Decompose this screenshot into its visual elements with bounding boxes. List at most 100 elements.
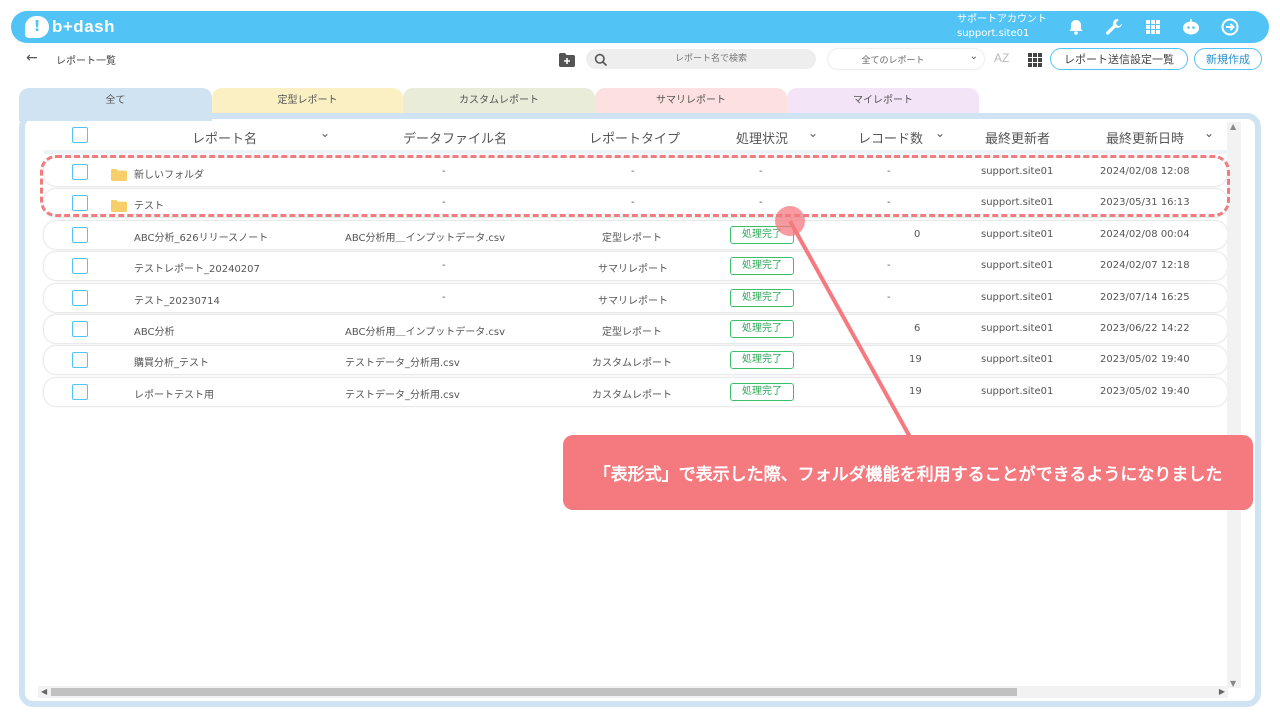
- row-checkbox[interactable]: [72, 384, 88, 400]
- column-header-report-name[interactable]: レポート名: [192, 128, 257, 147]
- report-name[interactable]: レポートテスト用: [134, 386, 214, 401]
- chevron-down-icon[interactable]: ⌄: [808, 126, 818, 140]
- tab-standard-report[interactable]: 定型レポート: [212, 88, 403, 114]
- report-type: サマリレポート: [598, 296, 668, 307]
- table-row[interactable]: ABC分析 ABC分析用＿インプットデータ.csv 定型レポート 処理完了 6 …: [44, 315, 1227, 343]
- back-arrow-icon[interactable]: ←: [26, 50, 38, 66]
- report-type: 定型レポート: [602, 233, 662, 244]
- logo-text: b+dash: [52, 17, 115, 36]
- search-box: [586, 49, 816, 69]
- updater: support.site01: [981, 323, 1054, 334]
- report-name[interactable]: ABC分析_626リリースノート: [134, 229, 268, 244]
- account-info[interactable]: サポートアカウント support.site01: [957, 13, 1047, 41]
- report-type: 定型レポート: [602, 327, 662, 338]
- table-row[interactable]: テスト_20230714 - サマリレポート 処理完了 - support.si…: [44, 284, 1227, 312]
- updated-at: 2024/02/08 00:04: [1100, 229, 1190, 240]
- search-icon: [594, 52, 608, 67]
- data-file-name: -: [442, 260, 446, 271]
- data-file-name: テストデータ_分析用.csv: [345, 390, 460, 401]
- top-bar: b+dash サポートアカウント support.site01: [11, 11, 1269, 43]
- updated-at: 2023/05/02 19:40: [1100, 386, 1190, 397]
- scroll-up-arrow-icon[interactable]: ▲: [1230, 122, 1236, 131]
- feature-callout: 「表形式」で表示した際、フォルダ機能を利用することができるようになりました: [563, 435, 1253, 510]
- status-badge: 処理完了: [730, 351, 794, 369]
- search-input[interactable]: [616, 51, 806, 67]
- account-label: サポートアカウント: [957, 14, 1047, 25]
- tab-custom-report[interactable]: カスタムレポート: [403, 88, 595, 114]
- updated-at: 2024/02/07 12:18: [1100, 260, 1190, 271]
- scroll-left-arrow-icon[interactable]: ◀: [41, 687, 47, 696]
- table-row[interactable]: テストレポート_20240207 - サマリレポート 処理完了 - suppor…: [44, 252, 1227, 280]
- report-type: カスタムレポート: [592, 390, 672, 401]
- table-row[interactable]: 購買分析_テスト テストデータ_分析用.csv カスタムレポート 処理完了 19…: [44, 346, 1227, 374]
- horizontal-scroll-thumb[interactable]: [51, 688, 1017, 696]
- report-name[interactable]: テストレポート_20240207: [134, 260, 260, 275]
- column-header-records[interactable]: レコード数: [858, 128, 923, 147]
- new-report-button[interactable]: 新規作成: [1194, 48, 1262, 70]
- record-count: 6: [914, 323, 921, 334]
- sort-az-icon[interactable]: AZ: [994, 51, 1009, 65]
- table-row[interactable]: レポートテスト用 テストデータ_分析用.csv カスタムレポート 処理完了 19…: [44, 378, 1227, 406]
- assistant-icon[interactable]: [1181, 17, 1201, 37]
- updated-at: 2023/06/22 14:22: [1100, 323, 1190, 334]
- column-header-updated-at[interactable]: 最終更新日時: [1106, 128, 1184, 147]
- report-filter-select[interactable]: 全てのレポート ⌄: [828, 49, 984, 69]
- status-badge: 処理完了: [730, 320, 794, 338]
- app-logo[interactable]: b+dash: [25, 15, 115, 39]
- updater: support.site01: [981, 354, 1054, 365]
- bell-icon[interactable]: [1066, 17, 1086, 37]
- logout-icon[interactable]: [1220, 17, 1240, 37]
- horizontal-scrollbar[interactable]: ◀ ▶: [38, 686, 1228, 698]
- grid-view-icon[interactable]: [1028, 52, 1042, 67]
- updated-at: 2023/05/02 19:40: [1100, 354, 1190, 365]
- toolbar: ← レポート一覧 全てのレポート ⌄ AZ レポート送信設定一覧 新規作成: [6, 43, 1274, 76]
- column-header-status[interactable]: 処理状況: [736, 128, 788, 147]
- account-id: support.site01: [957, 28, 1030, 39]
- select-all-checkbox[interactable]: [72, 127, 88, 143]
- updater: support.site01: [981, 292, 1054, 303]
- row-checkbox[interactable]: [72, 352, 88, 368]
- tab-my-report[interactable]: マイレポート: [787, 88, 979, 114]
- folder-rows-highlight: [40, 155, 1230, 217]
- add-folder-icon[interactable]: [559, 52, 575, 67]
- callout-pointer-dot: [775, 206, 805, 236]
- report-name[interactable]: ABC分析: [134, 323, 175, 338]
- report-type: カスタムレポート: [592, 358, 672, 369]
- scroll-right-arrow-icon[interactable]: ▶: [1219, 687, 1225, 696]
- updater: support.site01: [981, 229, 1054, 240]
- row-checkbox[interactable]: [72, 258, 88, 274]
- report-filter-value: 全てのレポート: [861, 56, 925, 66]
- record-count: 0: [914, 229, 921, 240]
- chevron-down-icon[interactable]: ⌄: [320, 126, 330, 140]
- status-badge: 処理完了: [730, 257, 794, 275]
- tab-summary-report[interactable]: サマリレポート: [595, 88, 787, 114]
- column-header-report-type: レポートタイプ: [589, 132, 681, 147]
- active-tab-connector: [19, 113, 212, 121]
- updater: support.site01: [981, 386, 1054, 397]
- data-file-name: ABC分析用＿インプットデータ.csv: [345, 327, 506, 338]
- updated-at: 2023/07/14 16:25: [1100, 292, 1190, 303]
- vertical-scrollbar[interactable]: ▲ ▼: [1227, 122, 1241, 688]
- row-checkbox[interactable]: [72, 290, 88, 306]
- record-count: -: [887, 260, 891, 271]
- chevron-down-icon: ⌄: [969, 51, 978, 62]
- row-checkbox[interactable]: [72, 321, 88, 337]
- logo-bubble-icon: [25, 16, 49, 38]
- wrench-icon[interactable]: [1104, 17, 1124, 37]
- chevron-down-icon[interactable]: ⌄: [935, 126, 945, 140]
- apps-grid-icon[interactable]: [1143, 17, 1163, 37]
- chevron-down-icon[interactable]: ⌄: [1204, 126, 1214, 140]
- column-header-updater: 最終更新者: [985, 132, 1051, 147]
- table-row[interactable]: ABC分析_626リリースノート ABC分析用＿インプットデータ.csv 定型レ…: [44, 221, 1227, 249]
- report-send-settings-button[interactable]: レポート送信設定一覧: [1050, 48, 1188, 70]
- scroll-down-arrow-icon[interactable]: ▼: [1230, 679, 1236, 688]
- record-count: 19: [909, 386, 922, 397]
- tab-all[interactable]: 全て: [19, 88, 212, 114]
- record-count: -: [887, 292, 891, 303]
- record-count: 19: [909, 354, 922, 365]
- report-name[interactable]: 購買分析_テスト: [134, 354, 209, 369]
- row-checkbox[interactable]: [72, 227, 88, 243]
- table-header: レポート名 ⌄ データファイル名 レポートタイプ 処理状況 ⌄ レコード数 ⌄ …: [44, 122, 1227, 150]
- updater: support.site01: [981, 260, 1054, 271]
- report-name[interactable]: テスト_20230714: [134, 292, 220, 307]
